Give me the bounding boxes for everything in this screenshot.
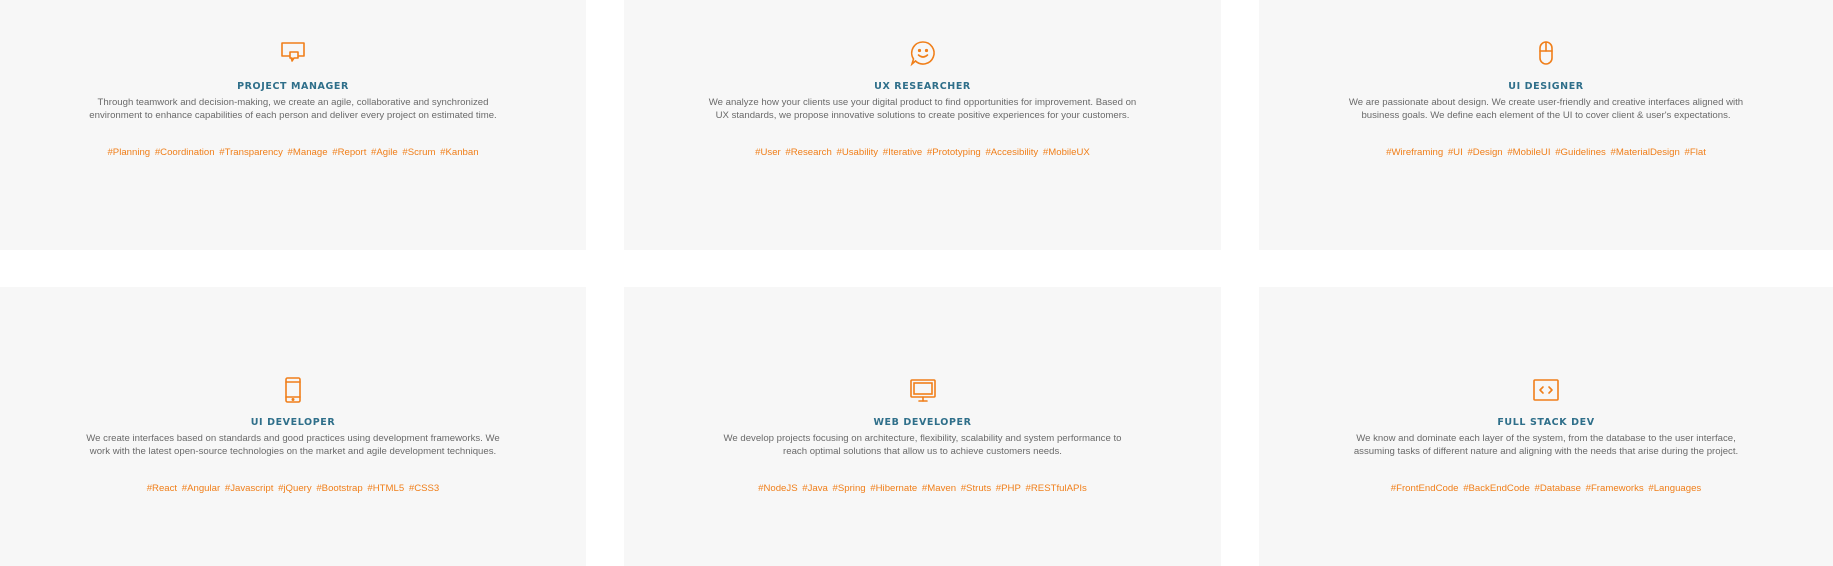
tag[interactable]: #RESTfulAPIs [1026, 483, 1087, 494]
tag[interactable]: #Transparency [219, 147, 283, 158]
card-web-developer: WEB DEVELOPER We develop projects focusi… [624, 287, 1221, 566]
card-tags: #FrontEndCode #BackEndCode #Database #Fr… [1259, 483, 1833, 494]
chat-bubble-icon [279, 39, 307, 67]
card-description: We are passionate about design. We creat… [1348, 97, 1744, 121]
tag[interactable]: #Angular [182, 483, 220, 494]
card-title: PROJECT MANAGER [237, 81, 349, 92]
monitor-icon [909, 376, 937, 404]
tag[interactable]: #FrontEndCode [1391, 483, 1459, 494]
tag[interactable]: #Spring [833, 483, 866, 494]
tag[interactable]: #Accesibility [985, 147, 1038, 158]
tag[interactable]: #Design [1467, 147, 1502, 158]
card-description: We develop projects focusing on architec… [723, 433, 1122, 457]
card-ui-designer: UI DESIGNER We are passionate about desi… [1259, 0, 1833, 250]
code-window-icon [1532, 376, 1560, 404]
tag[interactable]: #Coordination [155, 147, 215, 158]
tag[interactable]: #Research [785, 147, 831, 158]
tag[interactable]: #MaterialDesign [1611, 147, 1680, 158]
tag[interactable]: #Hibernate [870, 483, 917, 494]
smiley-chat-icon [909, 39, 937, 67]
tag[interactable]: #PHP [996, 483, 1021, 494]
tag[interactable]: #Flat [1685, 147, 1706, 158]
tag[interactable]: #Wireframing [1386, 147, 1443, 158]
card-tags: #Planning #Coordination #Transparency #M… [0, 147, 586, 158]
card-tags: #Wireframing #UI #Design #MobileUI #Guid… [1259, 147, 1833, 158]
tag[interactable]: #Agile [371, 147, 398, 158]
tag[interactable]: #Usability [836, 147, 878, 158]
tag[interactable]: #CSS3 [409, 483, 439, 494]
tag[interactable]: #Struts [961, 483, 991, 494]
card-description: Through teamwork and decision-making, we… [89, 97, 497, 121]
tag[interactable]: #User [755, 147, 781, 158]
card-tags: #User #Research #Usability #Iterative #P… [624, 147, 1221, 158]
card-project-manager: PROJECT MANAGER Through teamwork and dec… [0, 0, 586, 250]
card-full-stack-dev: FULL STACK DEV We know and dominate each… [1259, 287, 1833, 566]
tag[interactable]: #Guidelines [1555, 147, 1606, 158]
tag[interactable]: #Frameworks [1586, 483, 1644, 494]
tag[interactable]: #Languages [1648, 483, 1701, 494]
tag[interactable]: #Kanban [440, 147, 478, 158]
tag[interactable]: #BackEndCode [1463, 483, 1530, 494]
card-title: UX RESEARCHER [874, 81, 971, 92]
tag[interactable]: #UI [1448, 147, 1463, 158]
tag[interactable]: #MobileUX [1043, 147, 1090, 158]
card-tags: #React #Angular #Javascript #jQuery #Boo… [0, 483, 586, 494]
tag[interactable]: #Java [802, 483, 828, 494]
tag[interactable]: #Maven [922, 483, 956, 494]
card-tags: #NodeJS #Java #Spring #Hibernate #Maven … [624, 483, 1221, 494]
tag[interactable]: #Report [332, 147, 366, 158]
tag[interactable]: #HTML5 [367, 483, 404, 494]
tag[interactable]: #Javascript [225, 483, 274, 494]
tag[interactable]: #Scrum [402, 147, 435, 158]
tablet-icon [279, 376, 307, 404]
card-ux-researcher: UX RESEARCHER We analyze how your client… [624, 0, 1221, 250]
tag[interactable]: #Manage [288, 147, 328, 158]
tag[interactable]: #MobileUI [1507, 147, 1550, 158]
tag[interactable]: #Prototyping [927, 147, 981, 158]
card-title: UI DESIGNER [1508, 81, 1584, 92]
tag[interactable]: #Iterative [883, 147, 922, 158]
card-description: We know and dominate each layer of the s… [1353, 433, 1739, 457]
tag[interactable]: #Database [1535, 483, 1581, 494]
card-title: UI DEVELOPER [250, 417, 336, 428]
tag[interactable]: #Bootstrap [316, 483, 362, 494]
card-description: We analyze how your clients use your dig… [708, 97, 1137, 121]
card-ui-developer: UI DEVELOPER We create interfaces based … [0, 287, 586, 566]
tag[interactable]: #React [147, 483, 177, 494]
mouse-icon [1532, 39, 1560, 67]
card-description: We create interfaces based on standards … [86, 433, 500, 457]
tag[interactable]: #NodeJS [758, 483, 797, 494]
card-title: WEB DEVELOPER [873, 417, 972, 428]
card-title: FULL STACK DEV [1497, 417, 1595, 428]
tag[interactable]: #Planning [107, 147, 150, 158]
tag[interactable]: #jQuery [278, 483, 312, 494]
